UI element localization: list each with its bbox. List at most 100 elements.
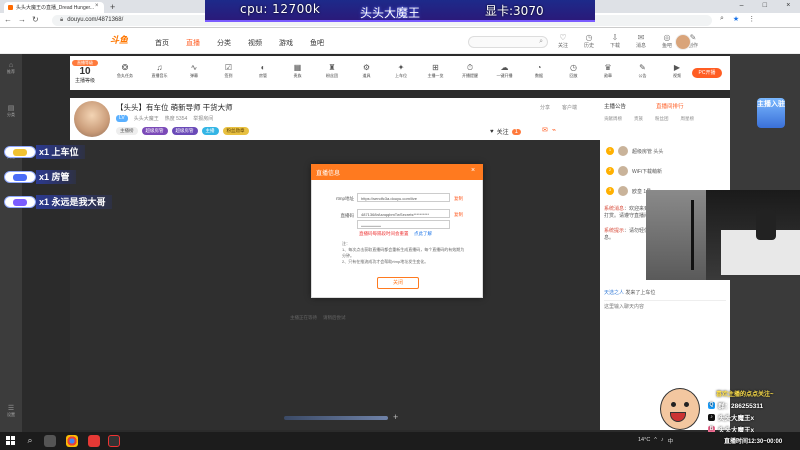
anchor-level-card[interactable]: 直播等级 10 主播等级 bbox=[72, 60, 98, 84]
report-link[interactable]: 举报房间 bbox=[193, 115, 213, 122]
header-1-button[interactable]: ◷ 历史 bbox=[582, 33, 596, 49]
tool-item[interactable]: ♜ 粉丝团 bbox=[317, 63, 347, 79]
douyu-logo[interactable]: 斗鱼 bbox=[110, 33, 128, 46]
badge[interactable]: 主播 bbox=[201, 127, 219, 135]
promo-badge[interactable]: 主播入驻 bbox=[757, 98, 785, 128]
key-field[interactable]: 4871368rAsnqqbmTwSecrets********** bbox=[357, 209, 450, 218]
tool-item[interactable]: ❂ 鱼丸任务 bbox=[110, 63, 140, 79]
sidebar-item[interactable]: ☰ 设置 bbox=[3, 404, 19, 418]
header-2-button[interactable]: ⇩ 下载 bbox=[608, 33, 622, 49]
rtmp-field[interactable]: https://sendfc3a.douyu.com/live bbox=[357, 193, 450, 202]
windows-start-icon[interactable] bbox=[6, 436, 15, 445]
rank-tab[interactable]: 粉丝团 bbox=[655, 116, 669, 122]
rank-row[interactable]: 1 超级房管 头头 bbox=[606, 144, 726, 158]
tool-item[interactable]: ◐ 房管 bbox=[248, 63, 278, 79]
streamer-name[interactable]: 头头大魔王 bbox=[134, 115, 159, 122]
rank-tab[interactable]: 贵族 bbox=[634, 116, 643, 122]
close-window-button[interactable]: × bbox=[786, 2, 790, 9]
obs-icon[interactable] bbox=[108, 435, 120, 447]
video-hint: 主播正在等待 请稍后尝试 bbox=[290, 315, 346, 321]
sidebar-item[interactable]: ⌂ 推荐 bbox=[3, 62, 19, 75]
badge[interactable]: 超级房管 bbox=[141, 127, 168, 135]
tool-item[interactable]: ♫ 直播音乐 bbox=[145, 63, 175, 79]
rank-tab[interactable]: 周星榜 bbox=[681, 116, 695, 122]
nav-yuba[interactable]: 鱼吧 bbox=[310, 38, 324, 48]
header-0-button[interactable]: ♡ 关注 bbox=[556, 33, 570, 49]
zoom-icon[interactable]: ⌕ bbox=[720, 15, 724, 23]
modal-close-button[interactable]: 关闭 bbox=[377, 277, 419, 289]
nav-live[interactable]: 直播 bbox=[186, 38, 200, 48]
nav-games[interactable]: 游戏 bbox=[279, 38, 293, 48]
streamer-avatar[interactable] bbox=[74, 101, 110, 137]
app-icon[interactable] bbox=[88, 435, 100, 447]
volume-slider[interactable] bbox=[284, 416, 388, 420]
modal-close-icon[interactable]: × bbox=[471, 167, 475, 174]
header-4-button[interactable]: ◎ 鱼吧 bbox=[660, 33, 674, 49]
pc-live-button[interactable]: PC开播 bbox=[692, 68, 722, 78]
wechat-share-icon[interactable]: ⌁ bbox=[552, 126, 556, 134]
ime-icon[interactable]: 中 bbox=[668, 437, 674, 445]
left-sidebar: ⌂推荐▤分类◉关注☰设置 bbox=[0, 54, 22, 432]
nav-video[interactable]: 视频 bbox=[248, 38, 262, 48]
search-input[interactable]: ⌕ bbox=[468, 36, 548, 48]
maximize-button[interactable]: □ bbox=[763, 2, 767, 9]
tray-expand-icon[interactable]: ^ bbox=[654, 437, 657, 445]
tool-item[interactable]: ✦ 上车位 bbox=[386, 63, 416, 79]
tool-item[interactable]: ⊞ 主播一览 bbox=[421, 63, 451, 79]
tool-item[interactable]: ◔ 数据 bbox=[524, 63, 554, 79]
tab-close-icon[interactable]: × bbox=[95, 3, 99, 9]
chrome-icon[interactable] bbox=[66, 435, 78, 447]
chat-user[interactable]: 天选之人 bbox=[604, 290, 624, 296]
search-icon[interactable]: ⌕ bbox=[24, 435, 36, 447]
tool-item[interactable]: ☑ 签到 bbox=[214, 63, 244, 79]
avatar bbox=[618, 166, 628, 176]
forward-button[interactable]: → bbox=[18, 15, 26, 24]
reload-button[interactable]: ↻ bbox=[32, 15, 39, 24]
share-link[interactable]: 分享 bbox=[540, 104, 550, 111]
menu-icon[interactable]: ⋮ bbox=[748, 15, 755, 23]
badge[interactable]: 主播榜 bbox=[116, 127, 138, 135]
rank-tab[interactable]: 贡献周榜 bbox=[604, 116, 622, 122]
chat-user[interactable]: 系统提示 bbox=[604, 228, 624, 234]
nav-home[interactable]: 首页 bbox=[155, 38, 169, 48]
back-button[interactable]: ← bbox=[4, 15, 12, 24]
tab-announcement[interactable]: 主播公告 bbox=[604, 102, 626, 110]
learn-more-link[interactable]: 点此了解 bbox=[414, 231, 432, 237]
copy-key-button[interactable]: 复制 bbox=[454, 212, 463, 218]
webcam-feed bbox=[646, 190, 800, 280]
badge[interactable]: 粉丝勋章 bbox=[222, 127, 249, 135]
browser-tab[interactable]: 头头大魔王の直播_Dread Hunger... bbox=[4, 2, 104, 13]
weather-text[interactable]: 14°C bbox=[638, 437, 650, 445]
copy-rtmp-button[interactable]: 复制 bbox=[454, 196, 463, 202]
tool-item[interactable]: ∿ 弹幕 bbox=[179, 63, 209, 79]
server-select[interactable]: ▬▬▬▬▬ bbox=[357, 220, 450, 229]
bookmark-star-icon[interactable]: ★ bbox=[733, 15, 739, 23]
sidebar-item[interactable]: ▤ 分类 bbox=[3, 104, 19, 118]
user-avatar[interactable] bbox=[675, 34, 691, 50]
tool-item[interactable]: ⏱ 开播提醒 bbox=[455, 63, 485, 79]
plus-icon[interactable]: + bbox=[393, 412, 398, 422]
rank-row[interactable]: 2 WiFi下载萌新 bbox=[606, 164, 726, 178]
chat-user[interactable]: 系统消息 bbox=[604, 206, 624, 212]
task-view-icon[interactable] bbox=[44, 435, 56, 447]
tool-item[interactable]: ☁ 一键开播 bbox=[490, 63, 520, 79]
header-3-button[interactable]: ✉ 消息 bbox=[634, 33, 648, 49]
nav-category[interactable]: 分类 bbox=[217, 38, 231, 48]
chat-input[interactable]: 这里输入聊天内容 bbox=[604, 300, 726, 312]
badge[interactable]: 超级房管 bbox=[171, 127, 198, 135]
new-tab-button[interactable]: + bbox=[110, 2, 115, 12]
tool-item[interactable]: ▦ 贵族 bbox=[283, 63, 313, 79]
follow-button[interactable]: ♥ 关注 1 bbox=[490, 127, 521, 136]
tool-item[interactable]: ♛ 勋章 bbox=[593, 63, 623, 79]
tool-item[interactable]: ⚙ 道具 bbox=[352, 63, 382, 79]
tool-item[interactable]: ◷ 回放 bbox=[559, 63, 589, 79]
tab-rank[interactable]: 直播间排行 bbox=[656, 102, 684, 110]
search-icon[interactable]: ⌕ bbox=[539, 38, 543, 46]
minimize-button[interactable]: – bbox=[740, 2, 744, 9]
tool-item[interactable]: ✎ 公告 bbox=[628, 63, 658, 79]
tool-item[interactable]: ▶ 视频 bbox=[662, 63, 692, 79]
level-label: 主播等级 bbox=[74, 78, 95, 84]
client-link[interactable]: 客户端 bbox=[562, 104, 577, 111]
volume-icon[interactable]: ♪ bbox=[661, 437, 664, 445]
weibo-share-icon[interactable]: ✉ bbox=[542, 126, 548, 134]
